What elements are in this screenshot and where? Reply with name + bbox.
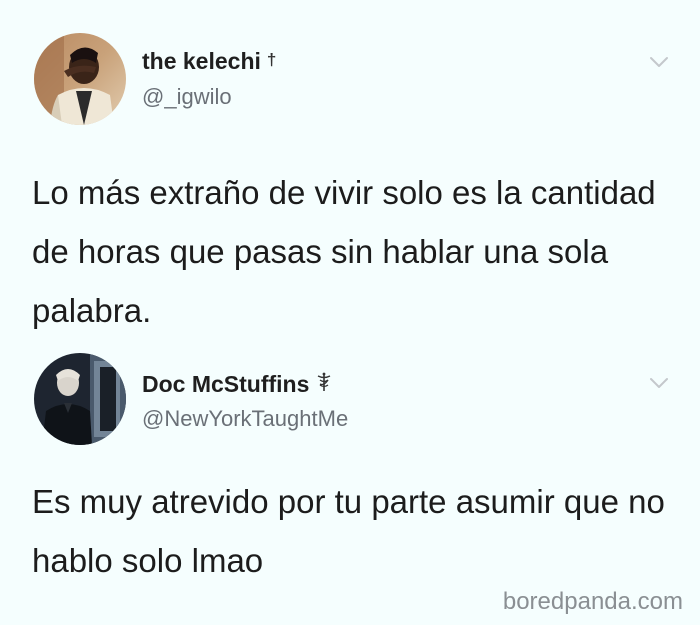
person-photo-icon [34,353,126,445]
display-name[interactable]: the kelechi † [142,48,276,75]
tweet[interactable]: Doc McStuffins @NewYorkTaughtMe Es muy a… [0,345,700,595]
chevron-down-icon[interactable] [648,55,670,69]
tweet[interactable]: the kelechi † @_igwilo Lo más extraño de … [0,0,700,345]
user-handle[interactable]: @NewYorkTaughtMe [142,406,348,432]
chevron-down-icon[interactable] [648,376,670,390]
tweet-text: Es muy atrevido por tu parte asumir que … [32,483,665,579]
watermark: boredpanda.com [502,588,683,615]
display-name-text[interactable]: the kelechi [142,48,261,74]
person-photo-icon [34,33,126,125]
user-handle[interactable]: @_igwilo [142,84,232,110]
avatar[interactable] [34,33,126,125]
tweet-text: Lo más extraño de vivir solo es la canti… [32,174,656,329]
caduceus-icon [317,371,331,398]
cross-badge: † [266,50,277,69]
display-name[interactable]: Doc McStuffins [142,371,331,398]
avatar[interactable] [34,353,126,445]
display-name-text[interactable]: Doc McStuffins [142,371,309,397]
